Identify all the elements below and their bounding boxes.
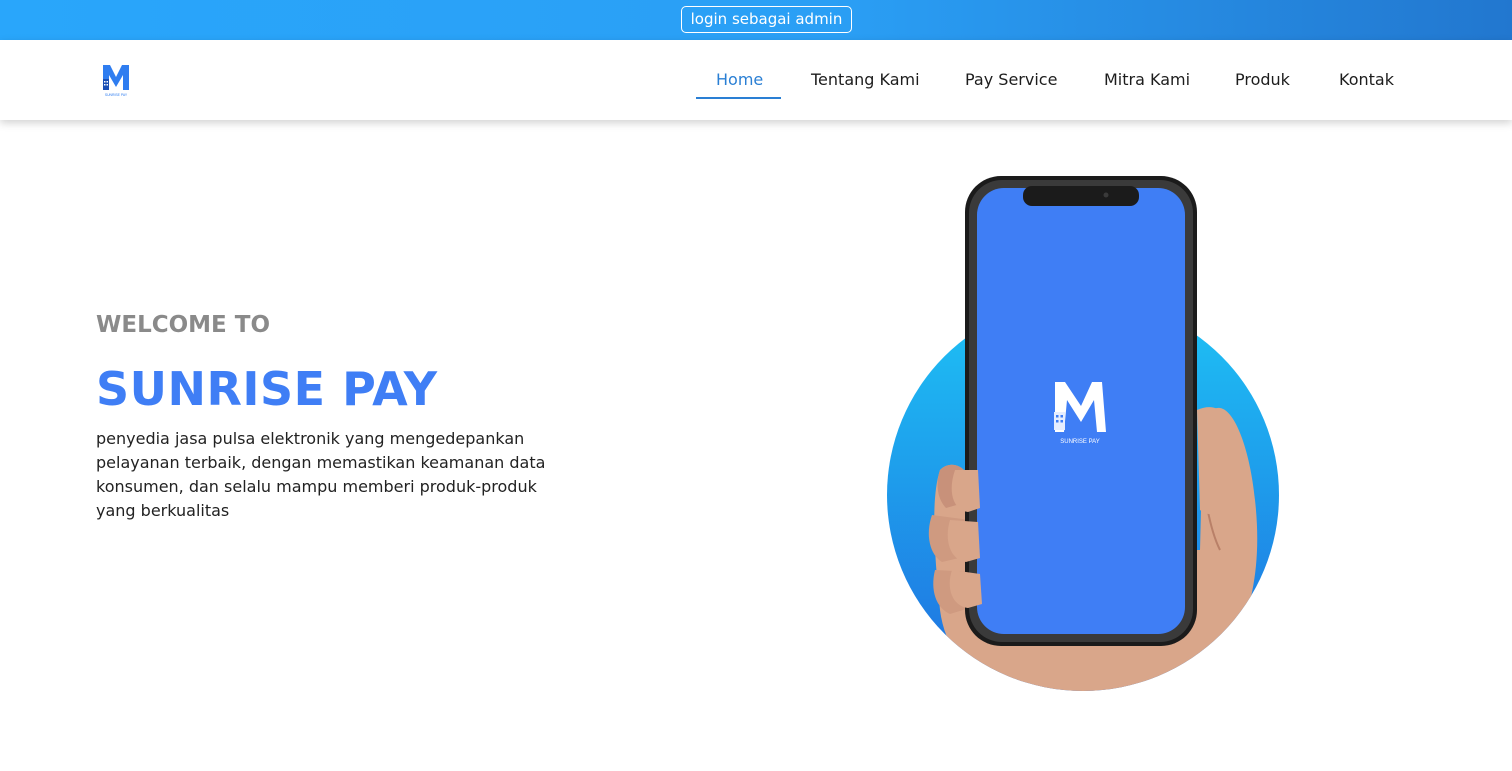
nav-home[interactable]: Home	[716, 70, 763, 89]
hero-phone-illustration: SUNRISE PAY	[887, 176, 1279, 691]
main-navbar: SUNRISE PAY Home Tentang Kami Pay Servic…	[0, 40, 1512, 120]
phone-logo-text: SUNRISE PAY	[1060, 439, 1099, 445]
nav-active-indicator	[696, 97, 781, 99]
hero-title: SUNRISE PAY	[96, 362, 438, 416]
login-admin-button[interactable]: login sebagai admin	[681, 6, 852, 33]
sunrise-pay-logo-icon[interactable]: SUNRISE PAY	[100, 62, 132, 98]
thumb-shape	[1197, 407, 1232, 515]
top-announcement-bar: login sebagai admin	[0, 0, 1512, 40]
nav-mitra-kami[interactable]: Mitra Kami	[1104, 70, 1190, 89]
nav-produk[interactable]: Produk	[1235, 70, 1290, 89]
hero-welcome-text: WELCOME TO	[96, 312, 271, 338]
phone-notch	[1023, 186, 1139, 206]
nav-kontak[interactable]: Kontak	[1339, 70, 1394, 89]
nav-pay-service[interactable]: Pay Service	[965, 70, 1057, 89]
hero-description: penyedia jasa pulsa elektronik yang meng…	[96, 429, 546, 520]
logo-text: SUNRISE PAY	[105, 93, 128, 97]
nav-tentang-kami[interactable]: Tentang Kami	[811, 70, 920, 89]
